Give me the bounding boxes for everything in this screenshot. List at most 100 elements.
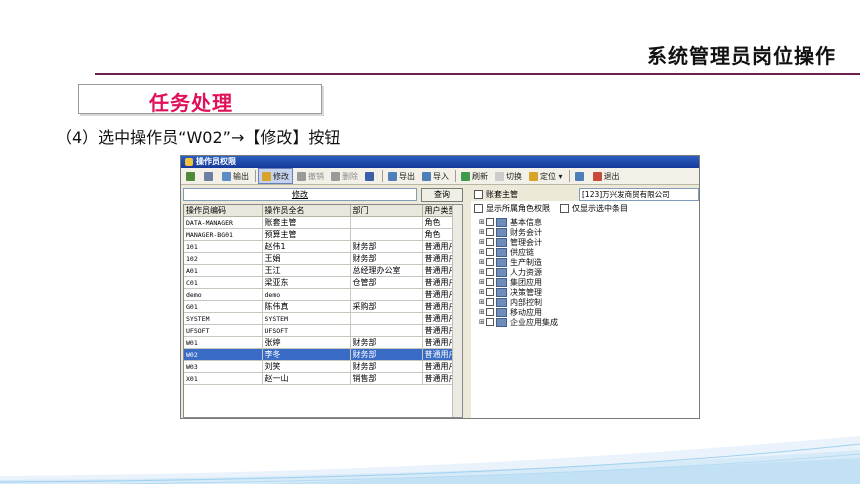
toolbar-button-0[interactable] bbox=[183, 169, 200, 183]
table-cell bbox=[350, 288, 423, 301]
table-row[interactable]: X01 赵一山 销售部 普通用户 bbox=[184, 372, 462, 385]
toolbar-button-4[interactable]: 撤销 bbox=[294, 169, 327, 183]
module-icon bbox=[496, 277, 507, 287]
exit-icon bbox=[592, 171, 602, 181]
table-cell: G01 bbox=[184, 300, 263, 313]
table-cell: 财务部 bbox=[350, 360, 423, 373]
table-row[interactable]: MANAGER-BG01 预算主管 角色 bbox=[184, 228, 462, 241]
table-cell bbox=[350, 228, 423, 241]
tree-checkbox[interactable] bbox=[486, 308, 494, 316]
tree-node-label: 企业应用集成 bbox=[510, 317, 558, 327]
tree-checkbox[interactable] bbox=[486, 238, 494, 246]
grid-scrollbar[interactable] bbox=[452, 205, 462, 417]
expand-icon[interactable]: ⊞ bbox=[479, 248, 486, 256]
expand-icon[interactable]: ⊞ bbox=[479, 228, 486, 236]
tree-node[interactable]: ⊞ 基本信息 bbox=[479, 217, 699, 227]
account-manager-row: 账套主管 [123]万兴发商贸有限公司 bbox=[471, 187, 699, 201]
expand-icon[interactable]: ⊞ bbox=[479, 218, 486, 226]
grid-column-header[interactable]: 部门 bbox=[350, 205, 423, 217]
toolbar-button-2[interactable]: 输出 bbox=[219, 169, 252, 183]
table-row[interactable]: W02 李冬 财务部 普通用户 bbox=[184, 348, 462, 361]
tree-checkbox[interactable] bbox=[486, 318, 494, 326]
table-cell: 财务部 bbox=[350, 348, 423, 361]
table-row[interactable]: C01 梁亚东 仓管部 普通用户 bbox=[184, 276, 462, 289]
grid-column-header[interactable]: 操作员编码 bbox=[184, 205, 263, 217]
tree-checkbox[interactable] bbox=[486, 248, 494, 256]
toolbar-button-11[interactable]: 定位 ▾ bbox=[526, 169, 566, 183]
tree-checkbox[interactable] bbox=[486, 278, 494, 286]
account-manager-checkbox[interactable] bbox=[474, 189, 483, 199]
toolbar-button-13[interactable]: 退出 bbox=[590, 169, 623, 183]
table-cell: 赵一山 bbox=[262, 372, 351, 385]
operator-permission-window: 操作员权限 输出 修改 撤销 删除 导出 导入 刷新 切换 定位 ▾ 退出 修改 查询 操作员编码… bbox=[180, 155, 700, 419]
query-button[interactable]: 查询 bbox=[421, 187, 463, 202]
tree-node[interactable]: ⊞ 管理会计 bbox=[479, 237, 699, 247]
toolbar-button-9[interactable]: 刷新 bbox=[458, 169, 491, 183]
tree-node[interactable]: ⊞ 生产制造 bbox=[479, 257, 699, 267]
filter-input[interactable]: 修改 bbox=[183, 188, 417, 201]
toolbar-separator bbox=[455, 170, 456, 182]
edit-icon bbox=[262, 171, 271, 181]
expand-icon[interactable]: ⊞ bbox=[479, 238, 486, 246]
tree-node[interactable]: ⊞ 财务会计 bbox=[479, 227, 699, 237]
table-cell: X01 bbox=[184, 372, 263, 385]
toolbar-button-5[interactable]: 删除 bbox=[328, 169, 361, 183]
table-cell: 赵伟1 bbox=[262, 240, 351, 253]
toolbar-button-10[interactable]: 切换 bbox=[492, 169, 525, 183]
toolbar-button-6[interactable] bbox=[362, 169, 379, 183]
expand-icon[interactable]: ⊞ bbox=[479, 288, 486, 296]
toolbar-button-3[interactable]: 修改 bbox=[258, 168, 293, 184]
tree-node[interactable]: ⊞ 供应链 bbox=[479, 247, 699, 257]
display-options-row: 显示所属角色权限 仅显示选中条目 bbox=[471, 201, 699, 215]
expand-icon[interactable]: ⊞ bbox=[479, 298, 486, 306]
undo-icon bbox=[186, 171, 195, 181]
table-row[interactable]: DATA-MANAGER 账套主管 角色 bbox=[184, 216, 462, 229]
tree-node[interactable]: ⊞ 移动应用 bbox=[479, 307, 699, 317]
table-row[interactable]: G01 陈伟真 采购部 普通用户 bbox=[184, 300, 462, 313]
table-cell: A01 bbox=[184, 264, 263, 277]
table-row[interactable]: demo demo 普通用户 bbox=[184, 288, 462, 301]
table-row[interactable]: SYSTEM SYSTEM 普通用户 bbox=[184, 312, 462, 325]
tree-node[interactable]: ⊞ 企业应用集成 bbox=[479, 317, 699, 327]
expand-icon[interactable]: ⊞ bbox=[479, 278, 486, 286]
revoke-icon bbox=[297, 171, 306, 181]
show-role-perm-checkbox[interactable] bbox=[474, 203, 483, 213]
company-select[interactable]: [123]万兴发商贸有限公司 bbox=[579, 187, 699, 201]
tree-checkbox[interactable] bbox=[486, 258, 494, 266]
toolbar-button-8[interactable]: 导入 bbox=[419, 169, 452, 183]
tree-checkbox[interactable] bbox=[486, 288, 494, 296]
expand-icon[interactable]: ⊞ bbox=[479, 318, 486, 326]
table-row[interactable]: UFSOFT UFSOFT 普通用户 bbox=[184, 324, 462, 337]
expand-icon[interactable]: ⊞ bbox=[479, 258, 486, 266]
grid-column-header[interactable]: 操作员全名 bbox=[262, 205, 351, 217]
table-cell: 张婷 bbox=[262, 336, 351, 349]
tree-checkbox[interactable] bbox=[486, 298, 494, 306]
table-row[interactable]: W01 张婷 财务部 普通用户 bbox=[184, 336, 462, 349]
tree-node[interactable]: ⊞ 集团应用 bbox=[479, 277, 699, 287]
table-row[interactable]: 101 赵伟1 财务部 普通用户 bbox=[184, 240, 462, 253]
module-icon bbox=[496, 297, 507, 307]
table-row[interactable]: 102 王娟 财务部 普通用户 bbox=[184, 252, 462, 265]
save-icon bbox=[365, 171, 374, 181]
module-icon bbox=[496, 287, 507, 297]
show-selected-only-checkbox[interactable] bbox=[560, 203, 569, 213]
tree-checkbox[interactable] bbox=[486, 228, 494, 236]
table-cell: SYSTEM bbox=[262, 312, 351, 325]
table-row[interactable]: W03 刘笑 财务部 普通用户 bbox=[184, 360, 462, 373]
instruction-text: （4）选中操作员“W02”→【修改】按钮 bbox=[56, 128, 341, 147]
tree-checkbox[interactable] bbox=[486, 268, 494, 276]
table-row[interactable]: A01 王江 总经理办公室 普通用户 bbox=[184, 264, 462, 277]
toolbar-button-1[interactable] bbox=[201, 169, 218, 183]
expand-icon[interactable]: ⊞ bbox=[479, 268, 486, 276]
tree-node[interactable]: ⊞ 内部控制 bbox=[479, 297, 699, 307]
tree-node[interactable]: ⊞ 决策管理 bbox=[479, 287, 699, 297]
table-cell: W01 bbox=[184, 336, 263, 349]
table-cell: C01 bbox=[184, 276, 263, 289]
table-cell bbox=[350, 216, 423, 229]
toolbar-button-12[interactable] bbox=[572, 169, 589, 183]
tree-node[interactable]: ⊞ 人力资源 bbox=[479, 267, 699, 277]
toolbar-separator bbox=[255, 170, 256, 182]
expand-icon[interactable]: ⊞ bbox=[479, 308, 486, 316]
toolbar-button-7[interactable]: 导出 bbox=[385, 169, 418, 183]
tree-checkbox[interactable] bbox=[486, 218, 494, 226]
